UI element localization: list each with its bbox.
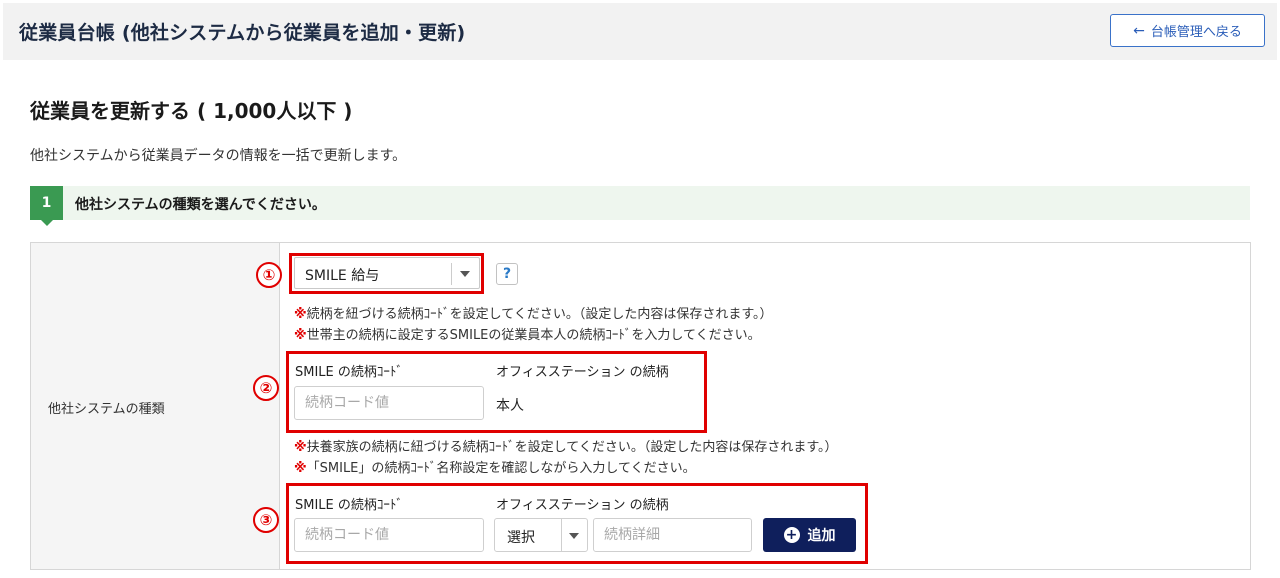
note-family-1: ※扶養家族の続柄に紐づける続柄ｺｰﾄﾞを設定してください。（設定した内容は保存さ… (294, 436, 838, 455)
note-text: 扶養家族の続柄に紐づける続柄ｺｰﾄﾞを設定してください。（設定した内容は保存され… (306, 440, 838, 455)
back-button-label: 台帳管理へ戻る (1150, 25, 1242, 40)
question-icon: ? (502, 266, 512, 282)
annotation-number-3: ③ (253, 507, 279, 533)
step-header: 1 他社システムの種類を選んでください。 (30, 186, 1250, 226)
arrow-left-icon: ← (1133, 22, 1145, 39)
note-head-2: ※世帯主の続柄に設定するSMILEの従業員本人の続柄ｺｰﾄﾞを入力してください。 (294, 324, 761, 343)
note-mark: ※ (294, 461, 307, 476)
note-text: 「SMILE」の続柄ｺｰﾄﾞ名称設定を確認しながら入力してください。 (306, 461, 696, 476)
page-header-title: 従業員台帳 (他社システムから従業員を追加・更新) (19, 22, 466, 44)
annotation-frame-1 (289, 253, 484, 294)
form-label-cell: 他社システムの種類 (31, 243, 280, 569)
note-mark: ※ (294, 328, 307, 343)
note-mark: ※ (294, 440, 307, 455)
annotation-frame-3 (286, 483, 868, 564)
annotation-number-2: ② (253, 375, 279, 401)
help-question-button[interactable]: ? (496, 263, 518, 285)
page-description: 他社システムから従業員データの情報を一括で更新します。 (30, 148, 407, 164)
note-text: 続柄を紐づける続柄ｺｰﾄﾞを設定してください。（設定した内容は保存されます。） (306, 307, 773, 322)
annotation-number-1: ① (256, 262, 282, 288)
page-header: 従業員台帳 (他社システムから従業員を追加・更新) ← 台帳管理へ戻る (3, 3, 1277, 60)
system-type-label: 他社システムの種類 (48, 402, 165, 417)
step-instruction: 他社システムの種類を選んでください。 (75, 197, 326, 213)
annotation-frame-2 (286, 351, 707, 433)
note-mark: ※ (294, 307, 307, 322)
note-text: 世帯主の続柄に設定するSMILEの従業員本人の続柄ｺｰﾄﾞを入力してください。 (306, 328, 761, 343)
note-head-1: ※続柄を紐づける続柄ｺｰﾄﾞを設定してください。（設定した内容は保存されます。） (294, 303, 773, 322)
step-number-badge: 1 (30, 186, 63, 226)
page-title: 従業員を更新する ( 1,000人以下 ) (30, 99, 353, 123)
back-to-ledger-button[interactable]: ← 台帳管理へ戻る (1110, 14, 1265, 47)
note-family-2: ※「SMILE」の続柄ｺｰﾄﾞ名称設定を確認しながら入力してください。 (294, 457, 696, 476)
